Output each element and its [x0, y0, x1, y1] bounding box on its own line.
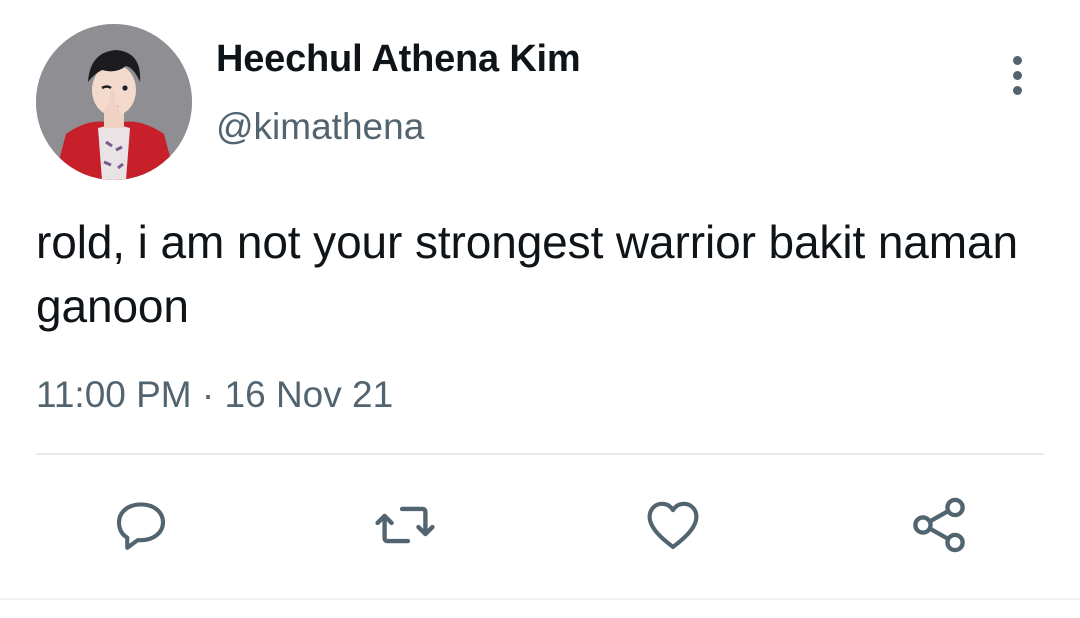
tweet-timestamp[interactable]: 11:00 PM · 16 Nov 21	[36, 374, 393, 416]
divider	[36, 453, 1044, 455]
more-options-button[interactable]	[998, 50, 1036, 100]
share-icon	[913, 497, 965, 553]
more-vertical-icon	[1012, 55, 1022, 65]
tweet-card: Heechul Athena Kim @kimathena rold, i am…	[0, 0, 1080, 618]
reply-icon	[116, 502, 166, 550]
user-handle[interactable]: @kimathena	[216, 106, 424, 148]
reply-button[interactable]	[106, 490, 176, 560]
bottom-divider	[0, 598, 1080, 600]
more-vertical-icon	[1012, 85, 1022, 95]
retweet-button[interactable]	[370, 490, 440, 560]
like-button[interactable]	[638, 490, 708, 560]
display-name[interactable]: Heechul Athena Kim	[216, 38, 581, 81]
avatar[interactable]	[36, 24, 192, 180]
retweet-icon	[375, 506, 435, 544]
tweet-actions	[0, 490, 1080, 560]
heart-icon	[647, 501, 699, 550]
avatar-image	[36, 24, 192, 180]
share-button[interactable]	[904, 490, 974, 560]
tweet-text: rold, i am not your strongest warrior ba…	[36, 216, 1018, 332]
more-vertical-icon	[1012, 70, 1022, 80]
